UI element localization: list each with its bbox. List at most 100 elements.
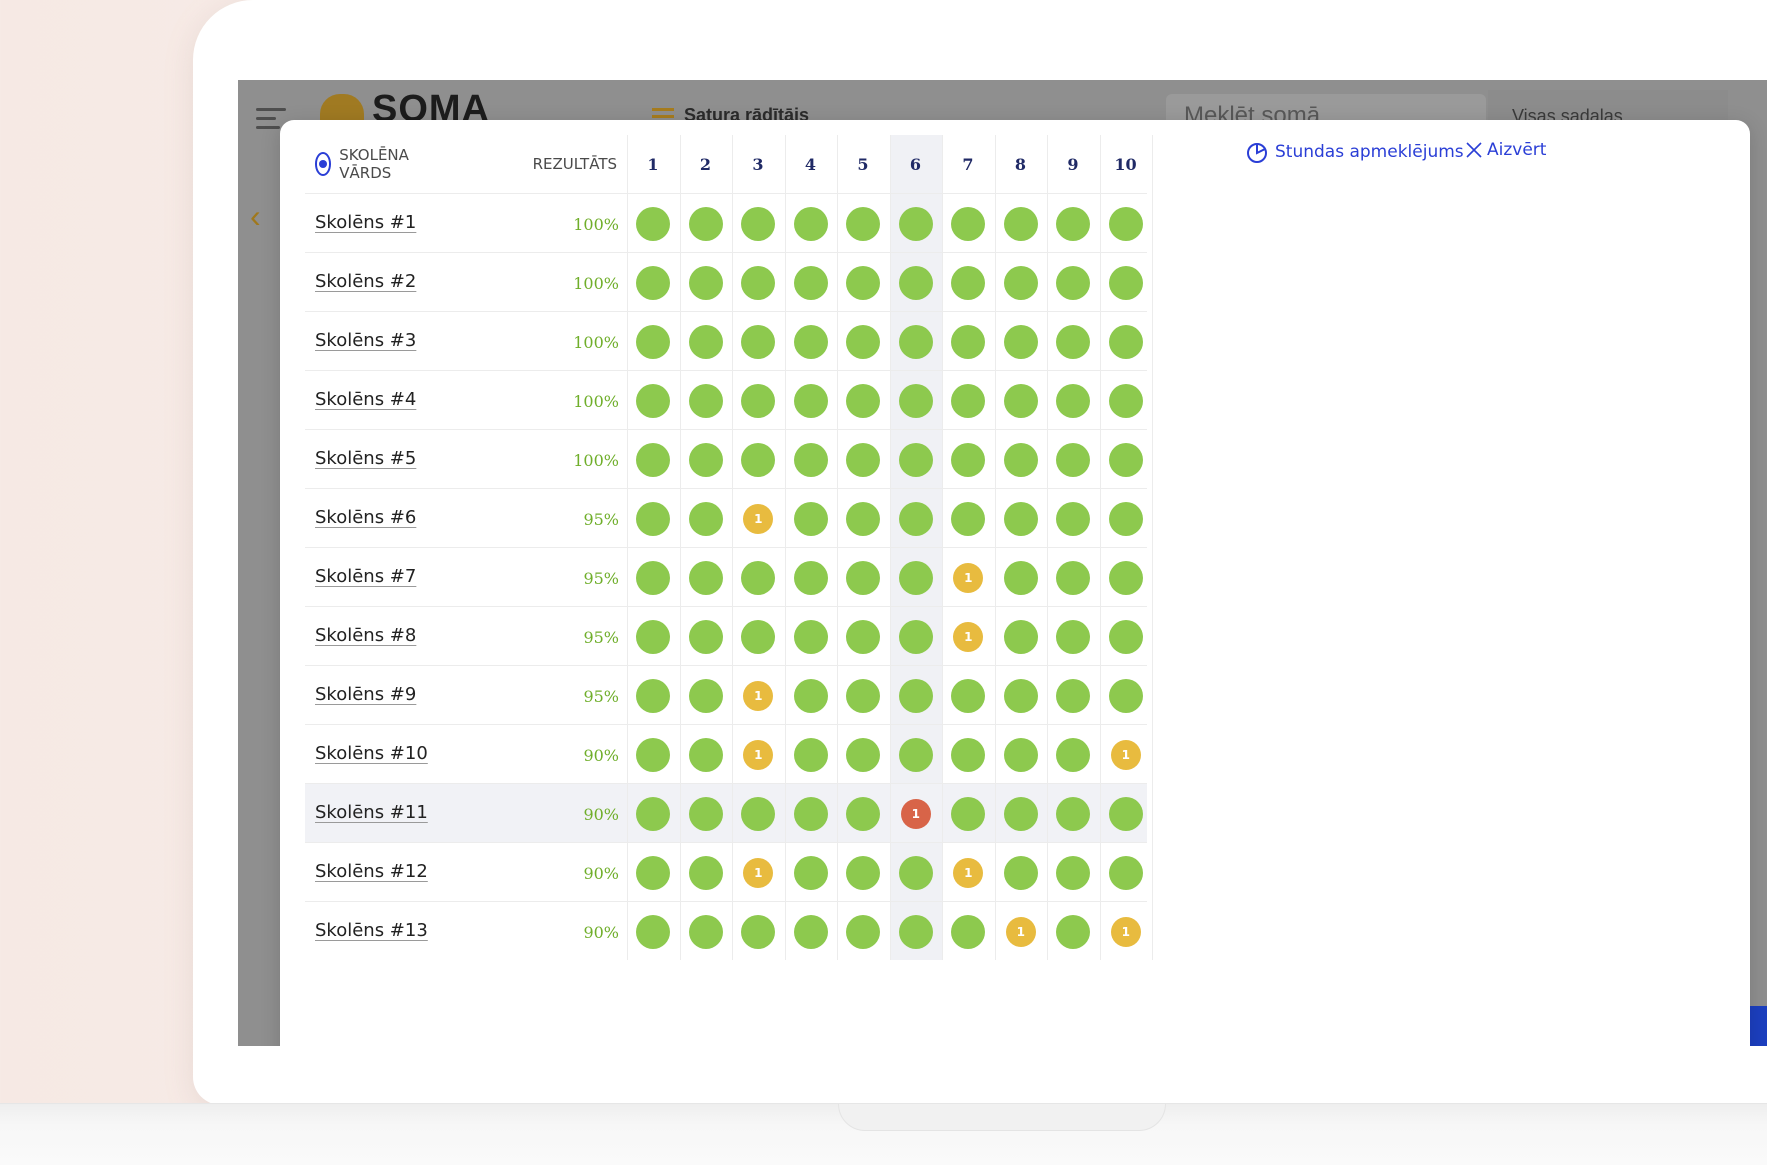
status-dot-correct[interactable] [951,678,986,713]
status-dot-correct[interactable] [688,324,723,359]
table-row[interactable]: Skolēns #13 90% 1 1 [305,901,1147,960]
status-dot-correct[interactable] [793,206,828,241]
table-row[interactable]: Skolēns #12 90% 1 1 [305,842,1147,901]
status-dot-correct[interactable] [793,442,828,477]
status-dot-correct[interactable] [793,560,828,595]
student-name-link[interactable]: Skolēns #3 [315,330,416,351]
status-dot-correct[interactable] [741,914,776,949]
status-dot-correct[interactable] [793,501,828,536]
status-dot-correct[interactable] [793,796,828,831]
student-name-link[interactable]: Skolēns #9 [315,684,416,705]
status-dot-correct[interactable] [636,855,671,890]
column-header-10[interactable]: 10 [1100,135,1152,193]
close-button[interactable]: Aizvērt [1465,140,1546,160]
status-dot-correct[interactable] [793,324,828,359]
status-dot-correct[interactable] [1056,737,1091,772]
status-dot-correct[interactable] [1056,501,1091,536]
student-name-link[interactable]: Skolēns #6 [315,507,416,528]
column-header-7[interactable]: 7 [942,135,994,193]
status-dot-correct[interactable] [1003,265,1038,300]
status-dot-correct[interactable] [846,442,881,477]
status-dot-correct[interactable] [846,501,881,536]
status-dot-correct[interactable] [1108,324,1143,359]
status-dot-correct[interactable] [688,560,723,595]
status-dot-correct[interactable] [1056,383,1091,418]
status-dot-correct[interactable] [1003,796,1038,831]
status-dot-correct[interactable] [846,914,881,949]
status-dot-correct[interactable] [636,737,671,772]
table-row[interactable]: Skolēns #5 100% [305,429,1147,488]
table-row[interactable]: Skolēns #11 90% 1 [305,783,1147,842]
column-header-1[interactable]: 1 [627,135,679,193]
status-dot-correct[interactable] [898,265,933,300]
name-header[interactable]: SKOLĒNA VĀRDS [315,135,417,193]
status-dot-correct[interactable] [741,265,776,300]
status-dot-retry[interactable]: 1 [953,562,984,593]
status-dot-correct[interactable] [1003,324,1038,359]
status-dot-correct[interactable] [741,560,776,595]
status-dot-retry[interactable]: 1 [1110,739,1141,770]
table-row[interactable]: Skolēns #1 100% [305,193,1147,252]
status-dot-correct[interactable] [951,737,986,772]
status-dot-retry[interactable]: 1 [1005,916,1036,947]
student-name-link[interactable]: Skolēns #1 [315,212,416,233]
column-header-8[interactable]: 8 [995,135,1047,193]
status-dot-correct[interactable] [1108,796,1143,831]
status-dot-correct[interactable] [846,383,881,418]
table-row[interactable]: Skolēns #7 95% 1 [305,547,1147,606]
student-name-link[interactable]: Skolēns #10 [315,743,428,764]
status-dot-correct[interactable] [1108,206,1143,241]
status-dot-correct[interactable] [741,619,776,654]
table-row[interactable]: Skolēns #10 90% 1 1 [305,724,1147,783]
status-dot-correct[interactable] [688,265,723,300]
status-dot-correct[interactable] [898,619,933,654]
status-dot-correct[interactable] [846,560,881,595]
status-dot-correct[interactable] [951,383,986,418]
status-dot-retry[interactable]: 1 [743,680,774,711]
status-dot-correct[interactable] [688,442,723,477]
status-dot-retry[interactable]: 1 [743,857,774,888]
student-name-link[interactable]: Skolēns #4 [315,389,416,410]
student-name-link[interactable]: Skolēns #13 [315,920,428,941]
column-header-6[interactable]: 6 [890,135,942,193]
status-dot-correct[interactable] [688,501,723,536]
table-row[interactable]: Skolēns #2 100% [305,252,1147,311]
status-dot-correct[interactable] [688,855,723,890]
status-dot-correct[interactable] [898,678,933,713]
status-dot-correct[interactable] [1003,501,1038,536]
status-dot-correct[interactable] [1056,560,1091,595]
status-dot-correct[interactable] [636,324,671,359]
status-dot-correct[interactable] [793,855,828,890]
status-dot-correct[interactable] [898,560,933,595]
status-dot-correct[interactable] [636,619,671,654]
status-dot-correct[interactable] [1003,560,1038,595]
status-dot-correct[interactable] [898,206,933,241]
column-header-4[interactable]: 4 [785,135,837,193]
status-dot-retry[interactable]: 1 [743,503,774,534]
status-dot-correct[interactable] [846,737,881,772]
status-dot-correct[interactable] [951,501,986,536]
status-dot-correct[interactable] [636,678,671,713]
status-dot-correct[interactable] [1108,560,1143,595]
status-dot-correct[interactable] [688,678,723,713]
status-dot-correct[interactable] [688,383,723,418]
table-row[interactable]: Skolēns #6 95% 1 [305,488,1147,547]
status-dot-correct[interactable] [688,796,723,831]
status-dot-correct[interactable] [846,855,881,890]
status-dot-correct[interactable] [951,265,986,300]
status-dot-correct[interactable] [898,914,933,949]
status-dot-correct[interactable] [1003,619,1038,654]
status-dot-retry[interactable]: 1 [1110,916,1141,947]
status-dot-correct[interactable] [1056,914,1091,949]
status-dot-retry[interactable]: 1 [953,621,984,652]
status-dot-correct[interactable] [793,914,828,949]
status-dot-correct[interactable] [741,324,776,359]
column-header-9[interactable]: 9 [1047,135,1099,193]
status-dot-correct[interactable] [793,737,828,772]
status-dot-correct[interactable] [1056,796,1091,831]
status-dot-correct[interactable] [951,796,986,831]
status-dot-correct[interactable] [1056,324,1091,359]
status-dot-correct[interactable] [951,324,986,359]
status-dot-correct[interactable] [1003,737,1038,772]
status-dot-correct[interactable] [636,560,671,595]
